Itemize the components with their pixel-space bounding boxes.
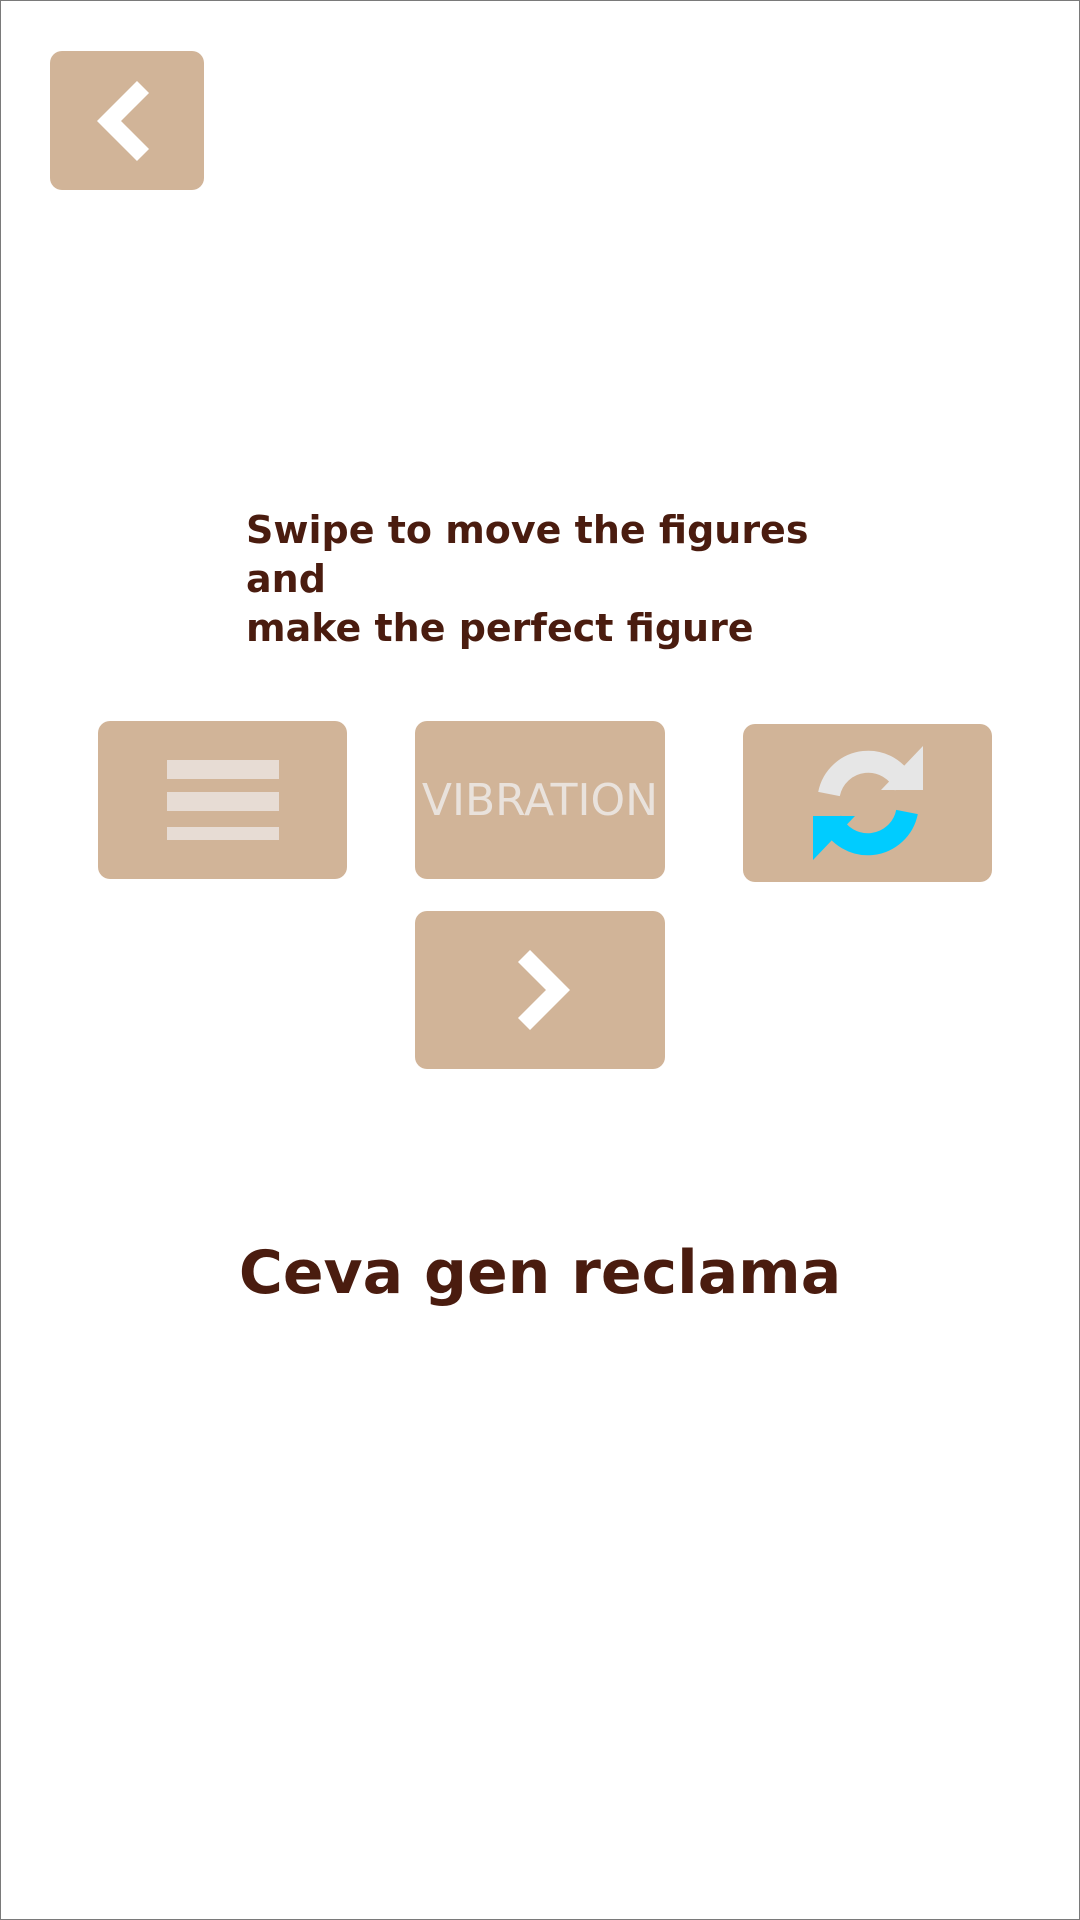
next-button[interactable] <box>415 911 665 1069</box>
back-button[interactable] <box>50 51 204 190</box>
ad-banner-text: Ceva gen reclama <box>238 1238 842 1308</box>
restart-button[interactable] <box>743 724 992 882</box>
chevron-left-icon <box>97 80 157 161</box>
instruction-line-2: make the perfect figure <box>246 606 754 650</box>
refresh-icon <box>809 744 927 862</box>
chevron-right-icon <box>510 950 570 1030</box>
vibration-label: VIBRATION <box>421 774 659 826</box>
hamburger-menu-icon <box>166 760 279 840</box>
vibration-button[interactable]: VIBRATION <box>415 721 665 879</box>
menu-button[interactable] <box>98 721 347 879</box>
instruction-line-1: Swipe to move the figures and <box>246 508 809 601</box>
instruction-text: Swipe to move the figures and make the p… <box>246 506 886 653</box>
